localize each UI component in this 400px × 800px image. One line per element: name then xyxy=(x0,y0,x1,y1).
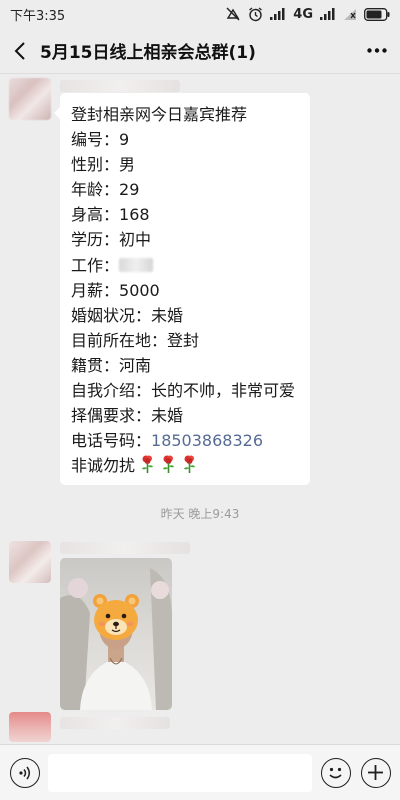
rose-icon xyxy=(163,455,175,474)
sender-name-blurred xyxy=(60,542,190,554)
field-salary: 月薪：5000 xyxy=(71,280,160,300)
message-closing: 非诚勿扰 xyxy=(71,453,300,478)
redacted-value xyxy=(119,257,154,272)
field-height: 身高：168 xyxy=(71,205,150,225)
status-icons: 4G xyxy=(225,7,390,22)
phone-number-link[interactable]: 18503868326 xyxy=(151,431,263,450)
plus-icon xyxy=(368,765,383,780)
sender-name-blurred xyxy=(60,80,180,92)
input-bar xyxy=(0,744,400,800)
bear-face-sticker-icon xyxy=(93,594,139,640)
message-bubble[interactable]: 登封相亲网今日嘉宾推荐 编号：9 性别：男 年龄：29 身高：168 学历：初中… xyxy=(54,93,310,485)
field-number: 编号：9 xyxy=(71,130,130,150)
message-input[interactable] xyxy=(48,754,312,792)
photo-content xyxy=(60,558,172,710)
battery-icon xyxy=(364,7,390,21)
image-message[interactable] xyxy=(60,558,172,710)
signal-icon xyxy=(320,8,335,20)
sender-name-blurred xyxy=(60,717,170,729)
alarm-icon xyxy=(249,6,263,21)
field-age: 年龄：29 xyxy=(71,180,140,200)
status-time: 下午3:35 xyxy=(10,8,66,24)
signal-icon xyxy=(270,8,285,20)
field-self-intro: 自我介绍：长的不帅，非常可爱 xyxy=(71,381,296,401)
voice-icon xyxy=(19,766,30,780)
more-button[interactable] xyxy=(354,28,400,74)
field-hometown: 籍贯：河南 xyxy=(71,355,152,375)
field-marital-status: 婚姻状况：未婚 xyxy=(71,305,184,325)
status-bar: 下午3:35 4G xyxy=(0,0,400,28)
chat-title: 5月15日线上相亲会总群(1) xyxy=(40,43,256,63)
rose-icon xyxy=(184,455,196,474)
sender-avatar[interactable] xyxy=(9,712,51,742)
mute-icon xyxy=(226,7,240,21)
back-button[interactable] xyxy=(0,28,40,74)
rose-icon xyxy=(142,455,154,474)
emoji-button[interactable] xyxy=(321,758,351,788)
message-heading: 登封相亲网今日嘉宾推荐 xyxy=(71,105,248,124)
smiley-icon xyxy=(329,767,342,779)
more-functions-button[interactable] xyxy=(361,758,391,788)
no-sim-icon xyxy=(344,8,356,20)
sender-avatar[interactable] xyxy=(9,541,51,583)
chevron-left-icon xyxy=(14,41,25,60)
voice-button[interactable] xyxy=(10,758,40,788)
field-gender: 性别：男 xyxy=(71,155,136,175)
field-phone: 电话号码：18503868326 xyxy=(71,431,263,451)
chat-header: 5月15日线上相亲会总群(1) xyxy=(0,28,400,74)
field-location: 目前所在地：登封 xyxy=(71,330,200,350)
field-partner-requirement: 择偶要求：未婚 xyxy=(71,406,184,426)
field-job: 工作： xyxy=(71,253,300,278)
field-education: 学历：初中 xyxy=(71,230,152,250)
message-timestamp: 昨天 晚上9:43 xyxy=(160,507,240,521)
network-type: 4G xyxy=(293,6,313,22)
more-dots-icon xyxy=(367,48,387,53)
sender-avatar[interactable] xyxy=(9,78,51,120)
